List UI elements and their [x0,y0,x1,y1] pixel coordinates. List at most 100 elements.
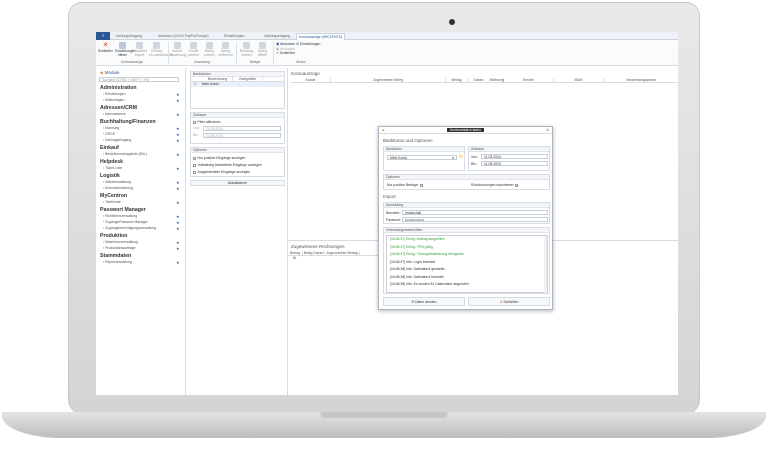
favorite-star-icon[interactable]: ★ [176,180,180,185]
tab-adressen[interactable]: Adressen (10100 PayPal Europe) [158,33,209,40]
col-beleg-datum[interactable]: Beleg Datum [303,251,325,256]
sidebar-item[interactable]: ▪ Kommissionierung [103,186,133,190]
manual-import-button[interactable]: Manueller Import [132,42,147,58]
period-section: Zeitraum Von: 11.03.2024 Bis: 11.06.2024 [468,146,550,171]
bank-accounts-group: Bankkonten Bezeichnung Zweigstelle ✓ Mei… [190,71,285,109]
log-entry: [16:48:38] Info: Datenabruf gestartet... [390,267,448,271]
tab-kontoauszuege[interactable]: Kontoauszüge (HBCI/FinTS) [296,33,345,40]
sidebar-item[interactable]: ▪ Bestellvorschlagsliste (BVL) [103,152,147,156]
statements-col[interactable]: IBAN [554,78,604,83]
sidebar-item[interactable]: ▪ Artikelverwaltung [103,180,131,184]
sidebar-item[interactable]: ▪ DROS [103,132,115,136]
positive-amounts-checkbox[interactable]: Nur positive Beträge: [387,183,424,187]
modul-close-button[interactable]: ✕ Schließen [276,51,320,56]
statements-col[interactable]: Währung [490,78,504,83]
dialog-heading: Bankkonto und Optionen [383,138,433,143]
col-zweigstelle[interactable]: Zweigstelle [233,77,263,82]
dialog-close-icon[interactable]: ✕ [546,127,549,134]
sidebar-item[interactable]: ▪ Reportverwaltung [103,260,132,264]
from-date-input[interactable]: 20.03.2024 [203,126,281,131]
import-reversals-checkbox[interactable]: Rückbuchungen importieren: ✓ [471,183,520,187]
favorite-star-icon[interactable]: ★ [176,98,180,103]
log-entry: [16:48:37] Erfolg: *Dialoginitialisierun… [390,252,465,256]
bank-account-row[interactable]: ✓ Mein Konto [191,82,284,87]
remove-document-button[interactable]: Beleg entfernen [218,42,233,58]
modul-settings-button[interactable]: Einstellungen [300,42,320,46]
settings-button[interactable]: Einstellungen öffnen [115,42,135,58]
close-button[interactable]: ✕ Schließen [98,42,113,54]
favorite-star-icon[interactable]: ★ [176,92,180,97]
col-betrag[interactable]: Betrag Ät. [288,251,303,260]
dialog-close-button[interactable]: ✕ Schließen [468,297,550,306]
favorite-star-icon[interactable]: ★ [176,240,180,245]
col-zugeordneter-betrag[interactable]: Zugeordneter Betrag [325,251,360,256]
start-booking-button[interactable]: Buchung starten [239,42,254,58]
fully-processed-checkbox[interactable]: Vollständig bearbeitete Eingänge anzeige… [193,162,282,169]
fetch-data-button[interactable]: 🗎 Daten abrufen [383,297,465,306]
toggle-entry-button[interactable]: Eintrag ein-/ausblenden [149,42,173,58]
statements-col[interactable]: Datum [468,78,490,83]
statements-col[interactable]: Betrag [446,78,468,83]
tab-zahlungseingang-2[interactable]: Zahlungseingang [264,33,290,40]
close-icon: ✕ [102,42,109,49]
favorite-star-icon[interactable]: ★ [176,200,180,205]
favorite-star-icon[interactable]: ★ [176,166,180,171]
auto-assign-button[interactable]: Autom. Zuweisung [170,42,186,58]
sidebar-item[interactable]: ▪ Maschinenverwaltung [103,240,138,244]
tab-einstellungen[interactable]: Einstellungen [224,33,244,40]
module-search-input[interactable]: Suchtext (STRG + SHIFT + F6) [99,77,179,82]
group-label-modul: Modul [296,60,306,64]
favorite-star-icon[interactable]: ★ [176,220,180,225]
sidebar-item[interactable]: ▪ Mailvorlagen [103,98,124,102]
col-bezeichnung[interactable]: Bezeichnung [203,77,233,82]
modul-actions: ▣ Abdocken ⚙ Einstellungen ▣ Andocken ✕ … [276,42,320,56]
statements-col[interactable]: Zugeordneter Beleg [331,78,446,83]
favorite-star-icon[interactable]: ★ [176,152,180,157]
positive-only-checkbox[interactable]: Nur positive Eingänge anzeigen [193,155,282,162]
hidden-entries-checkbox[interactable]: Ausgeblendete Eingänge anzeigen [193,169,282,176]
favorite-star-icon[interactable]: ★ [176,186,180,191]
statements-col[interactable]: Verwendungszweck [604,78,678,83]
import-heading: Import [383,194,396,199]
sidebar-item[interactable]: ▪ Ticket-Liste [103,166,122,170]
sidebar-item[interactable]: ▪ Zahlungseingang [103,138,131,142]
dialog-to-date[interactable]: 11.06.2024 [481,161,548,166]
tab-bar: ≡ Zahlungseingang Adressen (10100 PayPal… [96,32,678,40]
find-document-button[interactable]: Beleg suchen [202,42,217,58]
sidebar-item[interactable]: ▪ Zugangsberechtigungsverwaltung [103,226,156,230]
favorite-star-icon[interactable]: ★ [176,226,180,231]
password-input[interactable]: •••••••••••••••• [402,217,548,222]
favorite-star-icon[interactable]: ★ [176,132,180,137]
favorite-star-icon[interactable]: ★ [176,214,180,219]
favorite-star-icon[interactable]: ★ [176,260,180,265]
scrollbar[interactable] [544,236,547,293]
dialog-from-date[interactable]: 11.03.2024 [481,154,548,159]
sidebar-item[interactable]: ▪ Mahnung [103,126,119,130]
sidebar-item[interactable]: ▪ Einstellungen [103,92,126,96]
sidebar-item[interactable]: ▪ Telefonate [103,200,121,204]
refresh-icon[interactable]: ↻ [459,154,463,160]
sidebar-item[interactable]: ▪ Adressstamm [103,112,126,116]
username-input[interactable]: mustschak [402,210,548,215]
file-menu-button[interactable]: ≡ [96,32,110,40]
tab-zahlungseingang[interactable]: Zahlungseingang [116,33,142,40]
sidebar-item[interactable]: ▪ Zugänge/Passwort Manager [103,220,148,224]
sidebar-item[interactable]: ▪ Richtlinienverwaltung [103,214,137,218]
sidebar-section: Passwort Manager [100,207,146,213]
favorite-star-icon[interactable]: ★ [176,112,180,117]
find-customer-button[interactable]: Kunde suchen [186,42,201,58]
connection-log[interactable]: [16:48:37] Erfolg: Auftrag ausgeführt [16… [386,235,548,293]
open-document-button[interactable]: Beleg öffnen [255,42,270,58]
refresh-button[interactable]: Aktualisieren [190,180,285,186]
people-icon [190,42,197,49]
favorite-star-icon[interactable]: ★ [176,138,180,143]
statements-col[interactable]: Sender [504,78,554,83]
statements-col[interactable]: Kunde [291,78,331,83]
to-date-input[interactable]: 11.06.2024 [203,133,281,138]
sidebar-item[interactable]: ▪ Produktionsaufträge [103,246,136,250]
bank-account-select[interactable]: Mein Konto ▾ [387,155,457,160]
favorite-star-icon[interactable]: ★ [176,126,180,131]
log-entry: [16:48:39] Info: Es wurden 81 Datensätze… [390,282,469,286]
filter-enable-checkbox[interactable]: Filter aktivieren [191,118,284,126]
favorite-star-icon[interactable]: ★ [176,246,180,251]
